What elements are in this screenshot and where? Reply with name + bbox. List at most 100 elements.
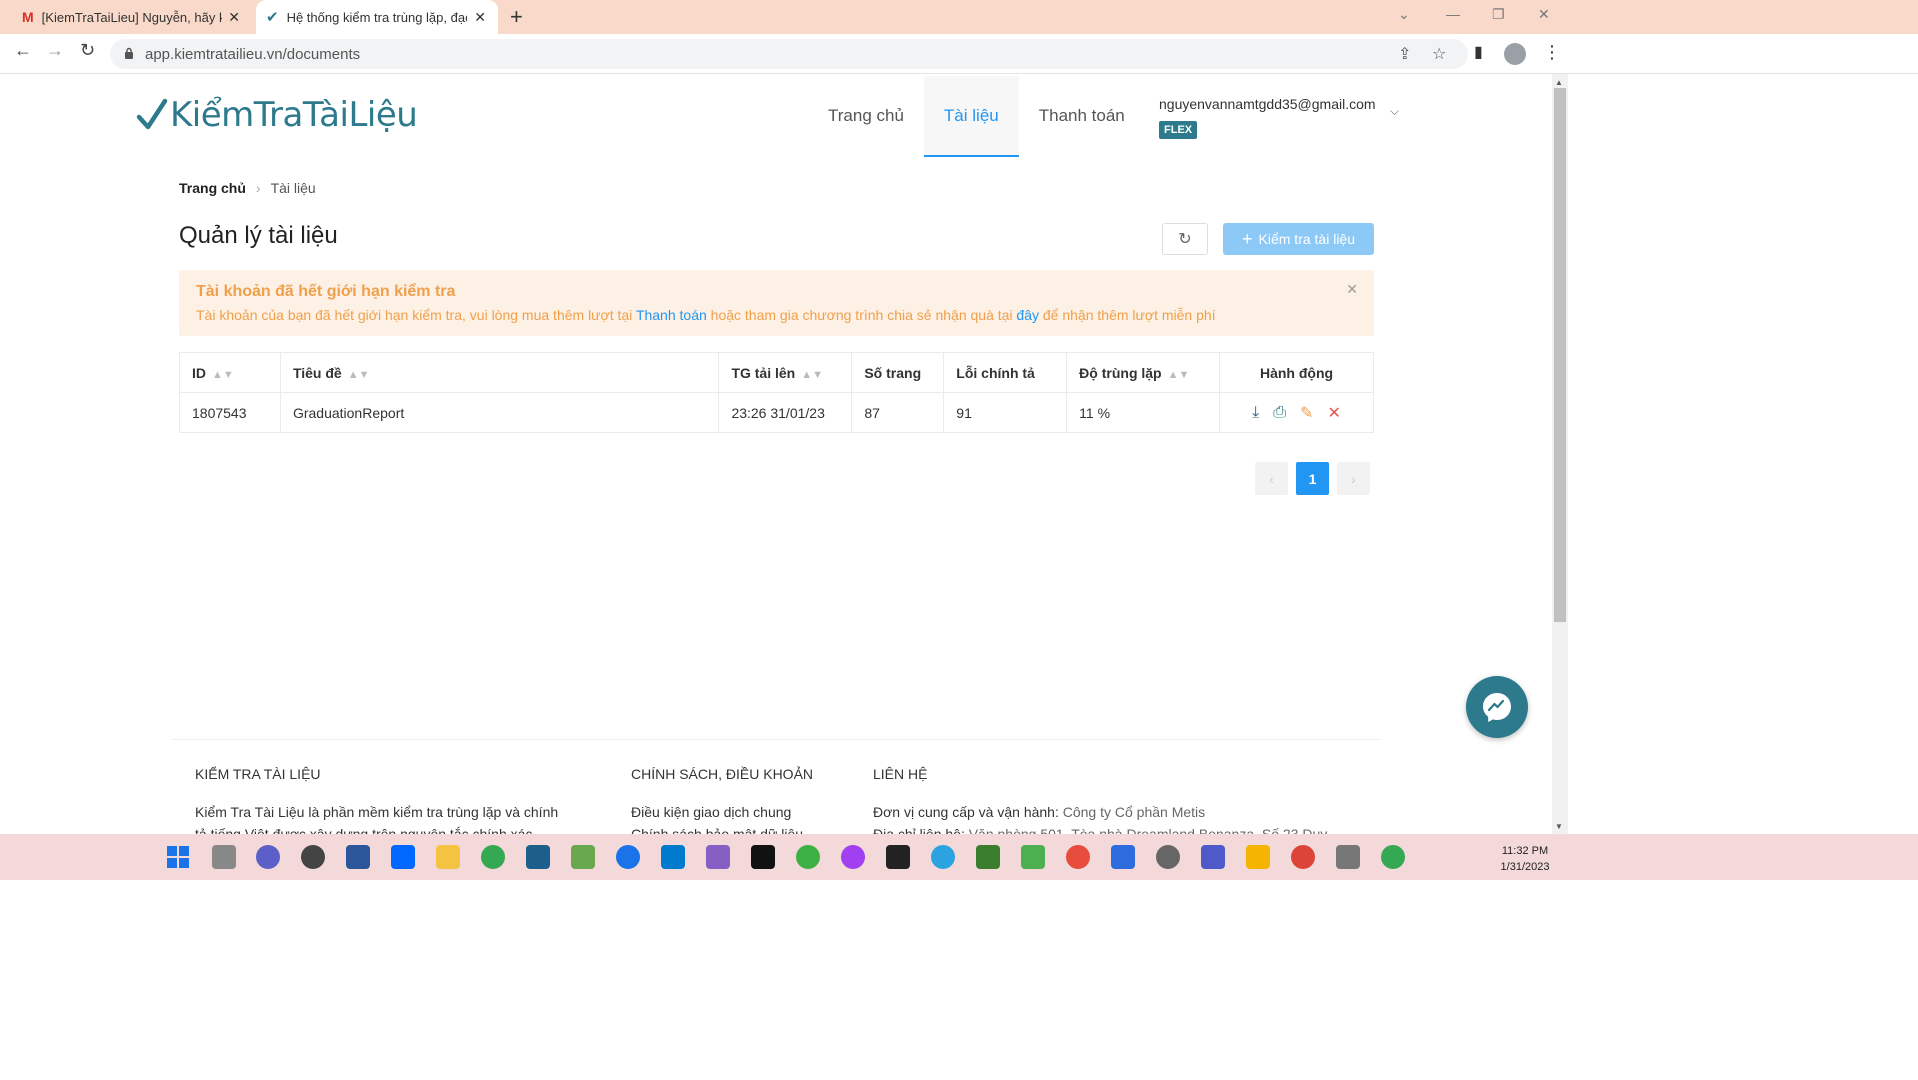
refresh-button[interactable]: ↻ — [1162, 223, 1208, 255]
plus-icon: + — [1242, 228, 1253, 249]
scroll-down-icon[interactable]: ▼ — [1555, 822, 1563, 831]
footer-about-title: KIỂM TRA TÀI LIỆU — [195, 766, 321, 782]
minimize-icon[interactable]: — — [1446, 6, 1460, 22]
column-label: Độ trùng lặp — [1079, 364, 1162, 381]
intellij-icon[interactable] — [751, 845, 775, 869]
close-window-icon[interactable]: ✕ — [1538, 6, 1550, 23]
teams-icon[interactable] — [1201, 845, 1225, 869]
settings-gear-icon[interactable] — [1156, 845, 1180, 869]
task-view-icon[interactable] — [212, 845, 236, 869]
restore-icon[interactable]: ❐ — [1492, 6, 1505, 23]
column-header-similarity[interactable]: Độ trùng lặp ▲▼ — [1066, 352, 1221, 393]
footer-contact-text: Đơn vị cung cấp và vận hành: Công ty Cổ … — [873, 801, 1327, 834]
sort-icon[interactable]: ▲▼ — [801, 369, 823, 381]
chrome-profile-icon[interactable] — [1291, 845, 1315, 869]
nav-home[interactable]: Trang chủ — [808, 76, 924, 157]
profile-avatar[interactable] — [1504, 43, 1526, 65]
download-icon[interactable]: ⤓ — [1252, 404, 1259, 422]
site-logo[interactable]: KiểmTraTàiLiệu — [136, 95, 418, 135]
file-explorer-icon[interactable] — [436, 845, 460, 869]
side-panel-icon[interactable]: ▮ — [1474, 42, 1483, 62]
column-label: Số trang — [864, 364, 922, 381]
nav-documents[interactable]: Tài liệu — [923, 76, 1019, 157]
back-icon[interactable]: ← — [14, 40, 32, 61]
browser-tab-bar: M [KiemTraTaiLieu] Nguyễn, hãy kích ✕ ✔ … — [0, 0, 1918, 34]
app-swirl-icon[interactable] — [1066, 845, 1090, 869]
tab-gmail[interactable]: M [KiemTraTaiLieu] Nguyễn, hãy kích ✕ — [12, 0, 252, 34]
chrome-icon[interactable] — [481, 845, 505, 869]
scroll-up-icon[interactable]: ▲ — [1555, 78, 1563, 87]
vscode-icon[interactable] — [661, 845, 685, 869]
next-page-button[interactable]: › — [1337, 462, 1370, 495]
alert-text-before: Tài khoản của bạn đã hết giới hạn kiểm t… — [196, 307, 633, 323]
zalo-icon[interactable] — [391, 845, 415, 869]
cell-title-link[interactable]: GraduationReport — [279, 392, 720, 433]
column-header-id[interactable]: ID ▲▼ — [179, 352, 281, 393]
messenger-app-icon[interactable] — [841, 845, 865, 869]
obs-icon[interactable] — [301, 845, 325, 869]
page-1-button[interactable]: 1 — [1296, 462, 1329, 495]
url-bar[interactable]: app.kiemtratailieu.vn/documents ⇪ ☆ — [110, 39, 1468, 69]
footer-link-privacy[interactable]: Chính sách bảo mật dữ liệu — [631, 823, 803, 834]
prev-page-button[interactable]: ‹ — [1255, 462, 1288, 495]
footer-contact-value-1: Công ty Cổ phần Metis — [1062, 804, 1206, 820]
new-tab-icon[interactable]: + — [510, 4, 523, 30]
column-label: Hành động — [1259, 364, 1334, 381]
breadcrumb-current: Tài liệu — [270, 180, 316, 196]
maps-icon[interactable] — [616, 845, 640, 869]
share-program-link[interactable]: đây — [1016, 307, 1039, 323]
forward-icon[interactable]: → — [46, 40, 64, 61]
check-document-button[interactable]: + Kiểm tra tài liệu — [1223, 223, 1374, 255]
teams-chat-icon[interactable] — [256, 845, 280, 869]
print-icon[interactable]: ⎙ — [1273, 404, 1286, 422]
checkmark-logo-icon — [136, 98, 168, 130]
upwork-icon[interactable] — [796, 845, 820, 869]
breadcrumb-home[interactable]: Trang chủ — [179, 180, 246, 196]
star-app-icon[interactable] — [1246, 845, 1270, 869]
footer-contact-label-2: Địa chỉ liên hệ: — [873, 826, 965, 834]
mysql-workbench-icon[interactable] — [526, 845, 550, 869]
app-icon[interactable] — [571, 845, 595, 869]
terminal-icon[interactable] — [886, 845, 910, 869]
user-email[interactable]: nguyenvannamtgdd35@gmail.com — [1159, 96, 1376, 112]
money-icon[interactable] — [1021, 845, 1045, 869]
footer-contact-title: LIÊN HỆ — [873, 766, 928, 782]
scrollbar-thumb[interactable] — [1554, 88, 1566, 622]
spreadsheet-icon[interactable] — [976, 845, 1000, 869]
chevron-down-icon[interactable]: ⌵ — [1390, 104, 1399, 119]
telegram-icon[interactable] — [931, 845, 955, 869]
sort-icon[interactable]: ▲▼ — [348, 369, 370, 381]
footer-policy-links: Điều kiện giao dịch chung Chính sách bảo… — [631, 801, 803, 834]
edit-icon[interactable]: ✎ — [1300, 403, 1313, 423]
column-label: ID — [192, 364, 206, 381]
payment-link[interactable]: Thanh toán — [636, 307, 707, 323]
remote-desktop-icon[interactable] — [1111, 845, 1135, 869]
snipping-tool-icon[interactable] — [1336, 845, 1360, 869]
close-icon[interactable]: ✕ — [1346, 281, 1358, 298]
column-header-uploaded[interactable]: TG tải lên ▲▼ — [718, 352, 853, 393]
column-label: TG tải lên — [731, 364, 796, 381]
messenger-chat-button[interactable] — [1466, 676, 1528, 738]
menu-kebab-icon[interactable]: ⋮ — [1543, 42, 1561, 63]
bookmark-star-icon[interactable]: ☆ — [1432, 44, 1446, 64]
system-clock[interactable]: 11:32 PM 1/31/2023 — [1490, 843, 1560, 875]
close-tab-icon[interactable]: ✕ — [228, 9, 240, 26]
footer-link-terms[interactable]: Điều kiện giao dịch chung — [631, 801, 803, 823]
windows-start-icon[interactable] — [166, 845, 190, 869]
share-icon[interactable]: ⇪ — [1398, 44, 1411, 64]
refresh-icon: ↻ — [1178, 231, 1192, 248]
tab-search-icon[interactable]: ⌄ — [1398, 6, 1410, 23]
nav-payment[interactable]: Thanh toán — [1019, 76, 1145, 157]
close-tab-icon[interactable]: ✕ — [474, 9, 486, 26]
delete-icon[interactable]: ✕ — [1327, 403, 1340, 423]
sort-icon[interactable]: ▲▼ — [1168, 369, 1190, 381]
tab-kiemtratailieu[interactable]: ✔ Hệ thống kiểm tra trùng lặp, đạo ✕ — [256, 0, 498, 34]
reload-icon[interactable]: ↻ — [80, 40, 95, 61]
cell-uploaded: 23:26 31/01/23 — [718, 392, 853, 433]
column-header-title[interactable]: Tiêu đề ▲▼ — [279, 352, 720, 393]
chrome-alt-icon[interactable] — [1381, 845, 1405, 869]
column-header-spelling: Lỗi chính tả — [943, 352, 1068, 393]
word-icon[interactable] — [346, 845, 370, 869]
sort-icon[interactable]: ▲▼ — [212, 369, 234, 381]
visual-studio-icon[interactable] — [706, 845, 730, 869]
